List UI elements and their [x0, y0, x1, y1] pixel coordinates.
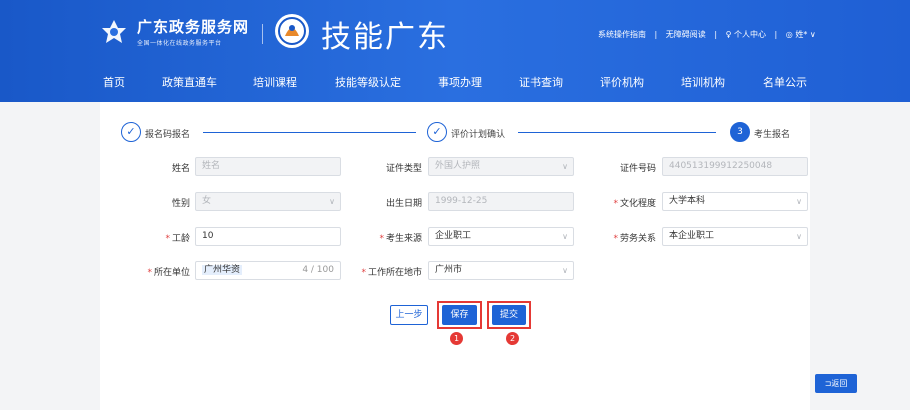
link-divider: |: [654, 30, 658, 39]
gender-label: 性别: [171, 199, 190, 209]
user-menu[interactable]: ◎ 姓* ∨: [786, 30, 816, 39]
source-select[interactable]: 企业职工 ∨: [428, 227, 574, 246]
brand-divider: [262, 24, 263, 44]
employer-input[interactable]: 广州华资 4 / 100: [195, 261, 341, 280]
id-type-select[interactable]: 外国人护照 ∨: [428, 157, 574, 176]
chevron-down-icon: ∨: [329, 197, 335, 206]
id-number-label: 证件号码: [619, 164, 656, 174]
step-1-check-icon: ✓: [121, 122, 141, 142]
nav-publicity-list[interactable]: 名单公示: [763, 74, 807, 90]
nav-skill-certification[interactable]: 技能等级认定: [335, 74, 401, 90]
link-divider: |: [774, 30, 778, 39]
top-links: 系统操作指南 | 无障碍阅读 | ♀ 个人中心 | ◎ 姓* ∨: [595, 29, 819, 40]
chevron-down-icon: ∨: [562, 232, 568, 241]
main-nav: 首页 政策直通车 培训课程 技能等级认定 事项办理 证书查询 评价机构 培训机构…: [0, 62, 910, 102]
nav-training-orgs[interactable]: 培训机构: [681, 74, 725, 90]
step-3-number: 3: [730, 122, 750, 142]
personal-center-link[interactable]: ♀ 个人中心: [726, 30, 766, 39]
form-card: [100, 102, 810, 410]
accessibility-link[interactable]: 无障碍阅读: [666, 30, 706, 39]
work-city-select[interactable]: 广州市 ∨: [428, 261, 574, 280]
nav-policy[interactable]: 政策直通车: [162, 74, 217, 90]
step-connector: [518, 132, 716, 133]
id-number-field[interactable]: 440513199912250048: [662, 157, 808, 176]
step-2-check-icon: ✓: [427, 122, 447, 142]
id-type-label: 证件类型: [385, 164, 422, 174]
birth-date-label: 出生日期: [385, 199, 422, 209]
previous-step-button[interactable]: 上一步: [390, 305, 428, 325]
nav-services[interactable]: 事项办理: [438, 74, 482, 90]
nav-certificate-query[interactable]: 证书查询: [519, 74, 563, 90]
birth-date-field[interactable]: 1999-12-25: [428, 192, 574, 211]
guangdong-logo-icon: [102, 20, 126, 43]
brand-title[interactable]: 广东政务服务网: [137, 16, 249, 37]
nav-home[interactable]: 首页: [103, 74, 125, 90]
step-2-label: 评价计划确认: [451, 130, 506, 140]
step-badge-1: 1: [450, 332, 463, 345]
seniority-input[interactable]: 10: [195, 227, 341, 246]
work-city-label: * 工作所在地市: [361, 268, 422, 278]
step-1-label: 报名码报名: [145, 130, 191, 140]
submit-button[interactable]: 提交: [492, 305, 526, 325]
brand-subtitle: 全国一体化在线政务服务平台: [137, 40, 222, 47]
skills-guangdong-emblem-icon: [275, 14, 309, 48]
char-counter: 4 / 100: [302, 265, 334, 275]
source-label: * 考生来源: [379, 234, 422, 244]
labor-relation-select[interactable]: 本企业职工 ∨: [662, 227, 808, 246]
back-button[interactable]: ⊐返回: [815, 374, 857, 393]
nav-courses[interactable]: 培训课程: [253, 74, 297, 90]
education-select[interactable]: 大学本科 ∨: [662, 192, 808, 211]
site-header: 广东政务服务网 全国一体化在线政务服务平台 技能广东 系统操作指南 | 无障碍阅…: [0, 0, 910, 102]
chevron-down-icon: ∨: [796, 197, 802, 206]
step-connector: [203, 132, 416, 133]
gender-select[interactable]: 女 ∨: [195, 192, 341, 211]
seniority-label: * 工龄: [165, 234, 190, 244]
nav-evaluation-orgs[interactable]: 评价机构: [600, 74, 644, 90]
link-divider: |: [714, 30, 718, 39]
name-label: 姓名: [171, 164, 190, 174]
save-button[interactable]: 保存: [442, 305, 477, 325]
name-field[interactable]: 姓名: [195, 157, 341, 176]
site-title[interactable]: 技能广东: [321, 12, 449, 56]
step-3-label: 考生报名: [754, 130, 791, 140]
step-badge-2: 2: [506, 332, 519, 345]
guide-link[interactable]: 系统操作指南: [598, 30, 646, 39]
chevron-down-icon: ∨: [562, 162, 568, 171]
labor-relation-label: * 劳务关系: [613, 234, 656, 244]
employer-label: * 所在单位: [147, 268, 190, 278]
chevron-down-icon: ∨: [796, 232, 802, 241]
education-label: * 文化程度: [613, 199, 656, 209]
chevron-down-icon: ∨: [562, 266, 568, 275]
